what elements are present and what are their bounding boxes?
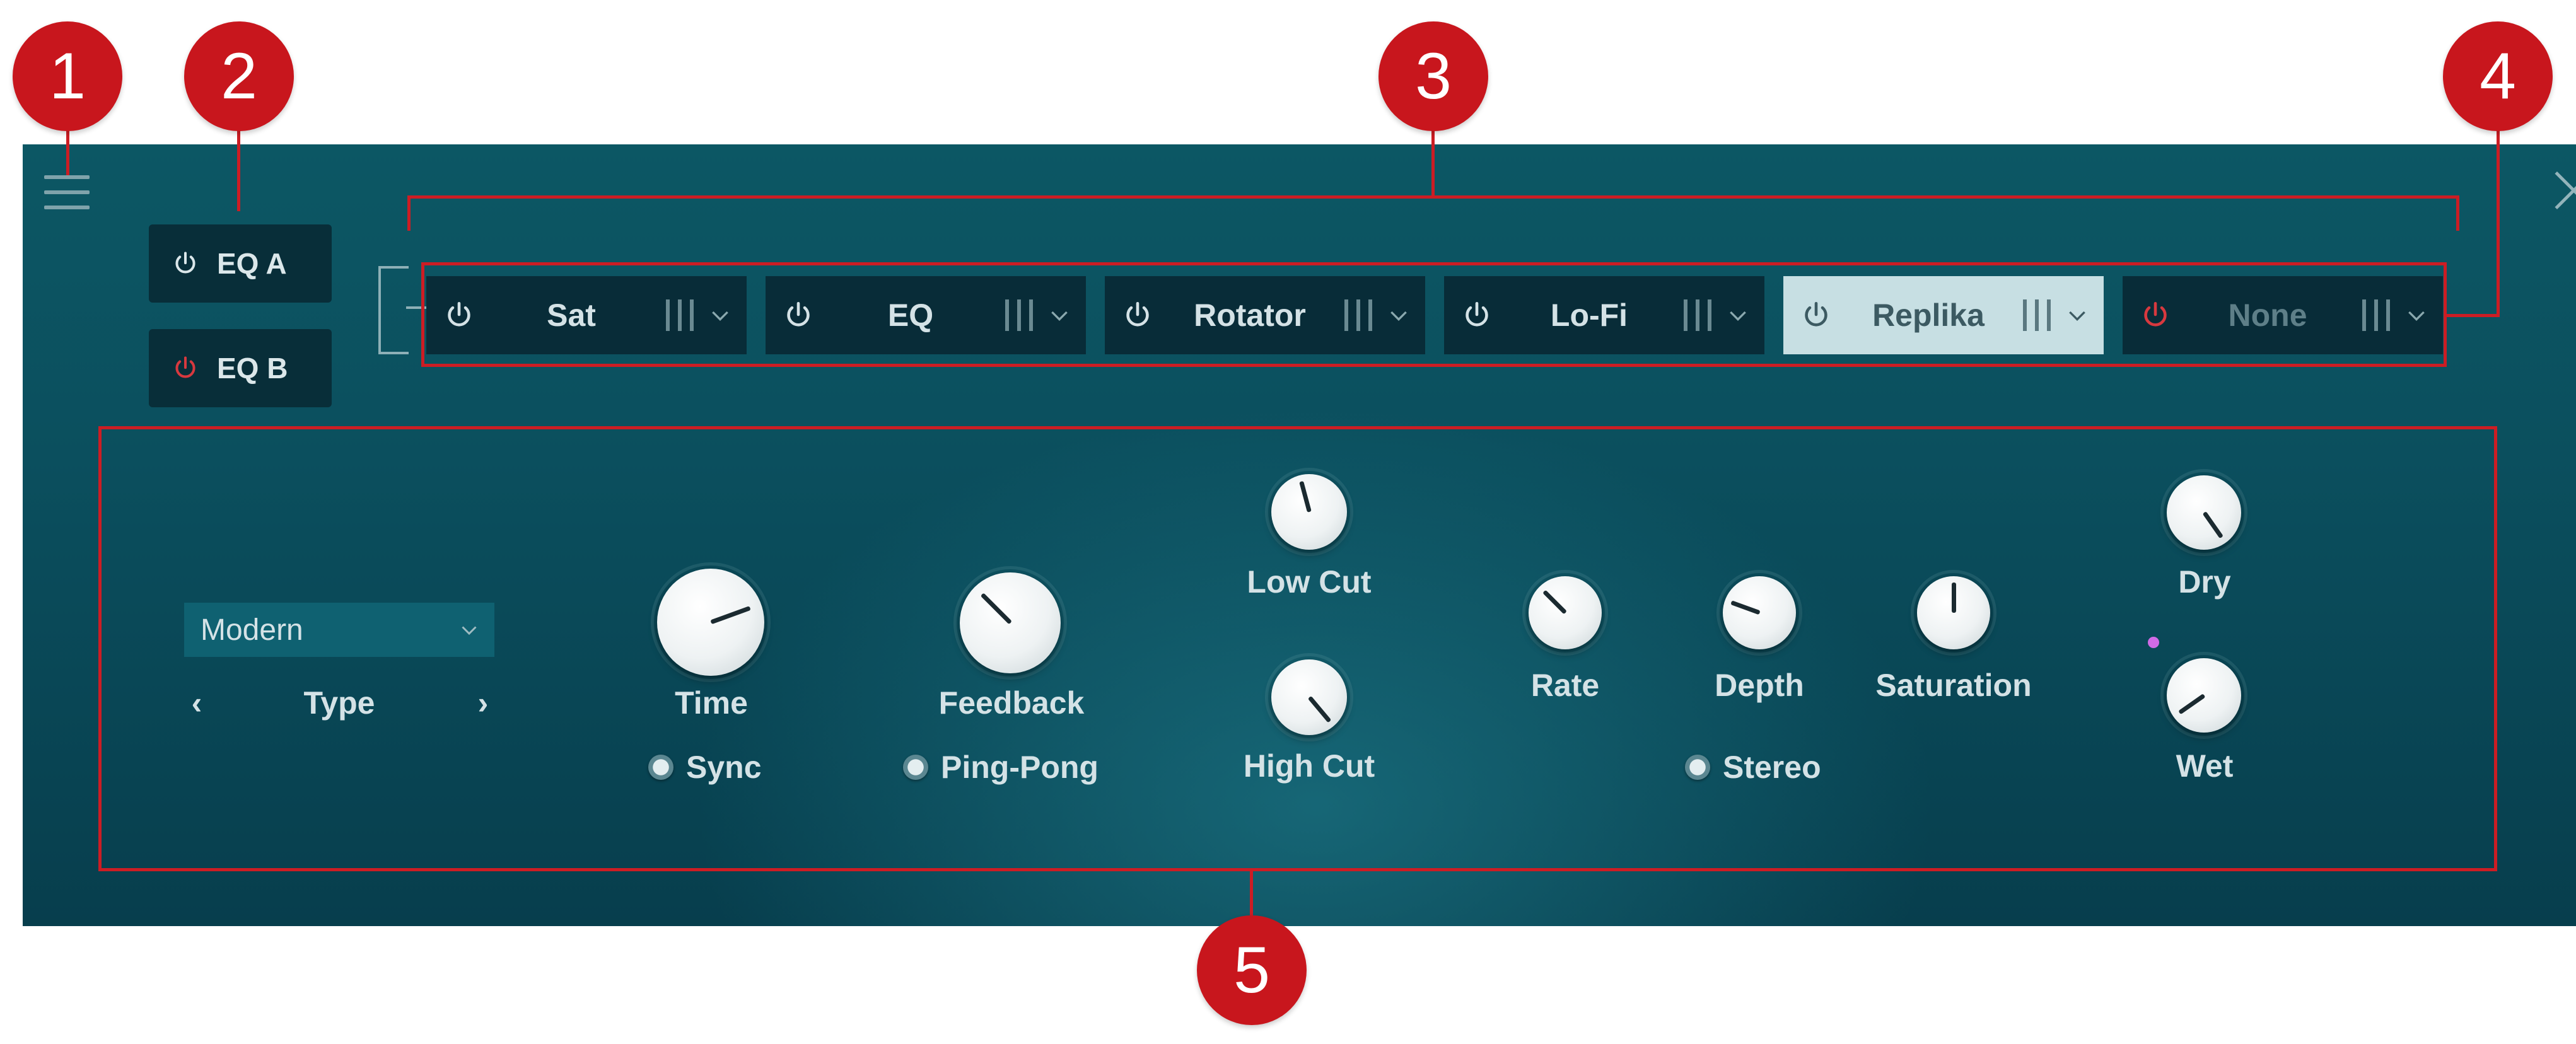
callout-line-4 <box>2497 130 2500 317</box>
callout-badge-5: 5 <box>1197 915 1307 1025</box>
callout-line-4-h <box>2447 314 2500 317</box>
callout-bracket-3 <box>407 195 2459 199</box>
power-icon <box>175 356 195 378</box>
eq-bracket <box>378 266 409 354</box>
eq-a-label: EQ A <box>217 247 287 280</box>
close-icon[interactable] <box>2551 169 2576 212</box>
hamburger-menu-icon[interactable] <box>44 175 90 211</box>
callout-bracket-3-left <box>407 195 411 231</box>
callout-box-fx-slots <box>421 262 2447 367</box>
callout-line-1 <box>66 129 69 175</box>
callout-badge-2: 2 <box>184 21 294 131</box>
callout-line-5 <box>1250 871 1253 915</box>
eq-b-button[interactable]: EQ B <box>149 329 332 407</box>
callout-badge-1: 1 <box>13 21 122 131</box>
callout-badge-4: 4 <box>2443 21 2553 131</box>
eq-b-label: EQ B <box>217 352 288 385</box>
power-icon <box>175 252 195 274</box>
callout-badge-3: 3 <box>1378 21 1488 131</box>
callout-line-3 <box>1431 130 1435 197</box>
callout-box-effect-panel <box>98 426 2497 871</box>
callout-bracket-3-right <box>2456 195 2459 231</box>
callout-line-2 <box>237 130 240 211</box>
eq-a-button[interactable]: EQ A <box>149 224 332 303</box>
